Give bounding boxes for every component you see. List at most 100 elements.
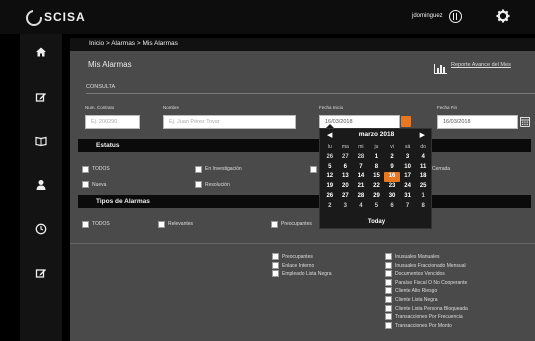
day-cell[interactable]: 7 (400, 202, 416, 212)
end-date-input[interactable]: 16/03/2018 (437, 115, 518, 129)
alarm-type-checkbox[interactable] (385, 261, 392, 269)
estatus-title: Estatus (96, 142, 120, 149)
home-icon[interactable] (35, 46, 47, 58)
user-profile-icon[interactable] (35, 179, 47, 191)
week-row: 26 27 28 29 30 31 1 (322, 192, 431, 202)
week-row: 19 20 21 22 23 24 25 (322, 182, 431, 192)
datepicker-month[interactable]: marzo 2018 (320, 131, 433, 138)
contract-input[interactable]: Ej. 200290 (85, 115, 140, 129)
weekday-row: lu ma mi ju vi sá do (322, 143, 431, 153)
name-label: Nombre (163, 105, 180, 110)
tipos-preocupantes-checkbox[interactable] (271, 221, 278, 228)
day-cell[interactable]: 29 (369, 192, 385, 202)
day-cell[interactable]: 13 (338, 172, 354, 182)
week-row: 26 27 28 1 2 3 4 (322, 153, 431, 163)
alarm-type-checkbox[interactable] (272, 253, 279, 260)
day-cell[interactable]: 27 (338, 153, 354, 163)
day-cell[interactable]: 4 (415, 153, 431, 163)
alarm-type-checkbox[interactable] (385, 313, 392, 321)
name-input[interactable]: Ej. Juan Pérez Tovar (163, 115, 296, 129)
alarm-type-checkbox[interactable] (385, 321, 392, 329)
day-cell[interactable]: 10 (400, 163, 416, 173)
day-cell[interactable]: 27 (338, 192, 354, 202)
alarm-type-checkbox[interactable] (385, 270, 392, 278)
next-month-icon[interactable]: ▶ (420, 131, 425, 139)
book-icon[interactable] (35, 135, 47, 147)
day-cell[interactable]: 23 (384, 182, 400, 192)
estatus-todos-checkbox[interactable] (82, 166, 89, 173)
day-cell[interactable]: 28 (353, 192, 369, 202)
estatus-cerrada-checkbox[interactable] (310, 166, 317, 173)
user-name[interactable]: jdominguez (412, 13, 443, 19)
alarm-type-label: Transacciones Por Frecuencia (395, 314, 463, 321)
alarm-type-checkbox[interactable] (385, 287, 392, 295)
end-calendar-icon[interactable] (520, 116, 530, 127)
alarm-type-checkbox[interactable] (385, 278, 392, 286)
report-link[interactable]: Reporte Avance del Mes (451, 62, 511, 68)
day-cell[interactable]: 1 (369, 153, 385, 163)
day-cell[interactable]: 16 (384, 172, 400, 183)
alarm-type-label: Empleado Lista Negra (282, 271, 332, 278)
tipos-todos-label: TODOS (92, 221, 110, 227)
datepicker-grid: lu ma mi ju vi sá do 26 27 28 1 2 3 4 5 6 7 8 9 10 11 12 13 14 1… (322, 143, 431, 212)
tipos-bar: Tipos de Alarmas (78, 195, 531, 208)
day-cell[interactable]: 1 (415, 192, 431, 202)
day-cell[interactable]: 30 (384, 192, 400, 202)
alarm-type-checkbox[interactable] (385, 304, 392, 312)
day-cell[interactable]: 31 (400, 192, 416, 202)
gear-icon[interactable] (496, 9, 510, 23)
estatus-investigacion-checkbox[interactable] (195, 166, 202, 173)
day-cell[interactable]: 26 (322, 192, 338, 202)
alarm-type-label: Paraíso Fiscal O No Cooperante (395, 279, 468, 286)
weekday-label: vi (390, 144, 394, 150)
day-cell[interactable]: 5 (369, 202, 385, 212)
day-cell[interactable]: 17 (400, 172, 416, 182)
clock-icon[interactable] (35, 223, 47, 235)
edit-alt-icon[interactable] (35, 267, 47, 279)
day-cell[interactable]: 19 (322, 182, 338, 192)
day-cell[interactable]: 20 (338, 182, 354, 192)
tipos-todos-checkbox[interactable] (82, 221, 89, 228)
breadcrumb-text[interactable]: Inicio > Alarmas > Mis Alarmas (89, 40, 178, 47)
today-button[interactable]: Today (320, 219, 433, 225)
day-cell[interactable]: 7 (353, 163, 369, 173)
day-cell[interactable]: 12 (322, 172, 338, 182)
day-cell[interactable]: 14 (353, 172, 369, 182)
day-cell[interactable]: 6 (384, 202, 400, 212)
day-cell[interactable]: 6 (338, 163, 354, 173)
day-cell[interactable]: 3 (400, 153, 416, 163)
day-cell[interactable]: 2 (322, 202, 338, 212)
day-cell[interactable]: 8 (369, 163, 385, 173)
day-cell[interactable]: 15 (369, 172, 385, 182)
alarm-type-checkbox[interactable] (272, 270, 279, 278)
datepicker: ◀ marzo 2018 ▶ lu ma mi ju vi sá do 26 27 28 1 2 3 4 5… (319, 128, 432, 229)
day-cell[interactable]: 18 (415, 172, 431, 182)
day-cell[interactable]: 3 (338, 202, 354, 212)
bar-chart-icon[interactable] (434, 64, 447, 74)
day-cell[interactable]: 8 (415, 202, 431, 212)
day-cell[interactable]: 26 (322, 153, 338, 163)
brand-name: SCISA (44, 10, 86, 24)
day-cell[interactable]: 2 (384, 153, 400, 163)
week-row: 12 13 14 15 16 17 18 (322, 172, 431, 183)
day-cell[interactable]: 4 (353, 202, 369, 212)
day-cell[interactable]: 9 (384, 163, 400, 173)
user-icon[interactable] (449, 10, 462, 23)
tipos-relevantes-checkbox[interactable] (158, 221, 165, 228)
start-calendar-icon[interactable] (401, 116, 411, 127)
day-cell[interactable]: 24 (400, 182, 416, 192)
day-cell[interactable]: 22 (369, 182, 385, 192)
day-cell[interactable]: 11 (415, 163, 431, 173)
estatus-nueva-checkbox[interactable] (82, 181, 89, 188)
alarm-type-checkbox[interactable] (272, 261, 279, 269)
estatus-resolucion-checkbox[interactable] (195, 181, 202, 188)
day-cell[interactable]: 21 (353, 182, 369, 192)
alarm-type-label: Inusuales Manuales (395, 254, 440, 260)
edit-icon[interactable] (35, 91, 47, 103)
week-row: 5 6 7 8 9 10 11 (322, 163, 431, 173)
alarm-type-checkbox[interactable] (385, 296, 392, 303)
day-cell[interactable]: 25 (415, 182, 431, 192)
day-cell[interactable]: 28 (353, 153, 369, 163)
alarm-type-checkbox[interactable] (385, 253, 392, 260)
day-cell[interactable]: 5 (322, 163, 338, 173)
